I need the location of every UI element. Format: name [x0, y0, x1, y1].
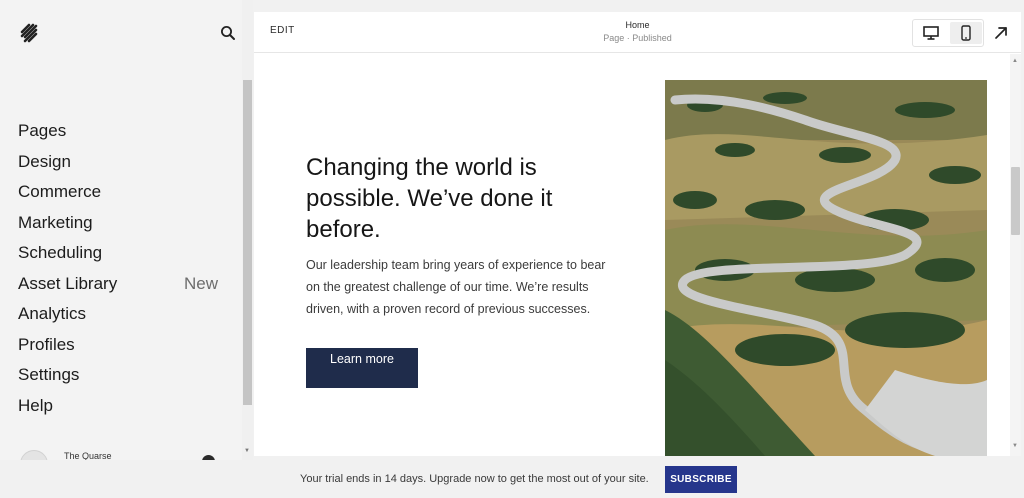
scroll-down-arrow-icon[interactable]: ▼ [244, 448, 250, 454]
sidebar-item-design[interactable]: Design [18, 149, 218, 180]
scroll-up-arrow-icon[interactable]: ▲ [1012, 58, 1018, 64]
scroll-down-arrow-icon[interactable]: ▼ [1012, 443, 1018, 449]
new-badge: New [183, 273, 218, 293]
hero-body-text[interactable]: Our leadership team bring years of exper… [306, 254, 606, 320]
editor-topbar: EDIT Home Page · Published [254, 12, 1021, 53]
sidebar-item-label: Asset Library [18, 273, 118, 293]
editor-scrollbar[interactable] [1010, 54, 1021, 456]
sidebar-item-label: Analytics [18, 304, 87, 323]
sidebar-item-marketing[interactable]: Marketing [18, 210, 218, 241]
sidebar-item-label: Help [18, 395, 53, 415]
sidebar-item-commerce[interactable]: Commerce [18, 179, 218, 210]
sidebar-item-label: Pages [18, 121, 67, 140]
sidebar-item-label: Profiles [18, 334, 75, 354]
sidebar-item-help[interactable]: Help [18, 393, 218, 424]
sidebar-item-pages[interactable]: Pages [18, 118, 218, 149]
editor-scrollbar-thumb[interactable] [1011, 167, 1020, 235]
hero-headline[interactable]: Changing the world is possible. We’ve do… [306, 152, 606, 245]
sidebar-item-analytics[interactable]: Analytics [18, 301, 218, 332]
sidebar-item-label: Design [18, 151, 71, 171]
sidebar-item-label: Marketing [18, 212, 93, 232]
page-canvas[interactable]: Changing the world is possible. We’ve do… [254, 54, 1010, 456]
page-status: Page · Published [603, 33, 672, 43]
device-view-toggle [912, 19, 984, 47]
sidebar-item-scheduling[interactable]: Scheduling [18, 240, 218, 271]
trial-message: Your trial ends in 14 days. Upgrade now … [300, 473, 649, 485]
hero-image[interactable] [665, 80, 987, 456]
subscribe-button[interactable]: SUBSCRIBE [665, 466, 737, 493]
sidebar-item-settings[interactable]: Settings [18, 362, 218, 393]
page-title: Home [625, 20, 650, 30]
sidebar-nav: Pages Design Commerce Marketing Scheduli… [18, 118, 218, 423]
sidebar-item-label: Settings [18, 365, 80, 384]
external-arrow-icon[interactable] [993, 25, 1009, 41]
learn-more-button[interactable]: Learn more [306, 348, 418, 388]
mobile-icon[interactable] [950, 22, 982, 44]
sidebar-item-profiles[interactable]: Profiles [18, 332, 218, 363]
editor-frame: EDIT Home Page · Published Changing the … [254, 12, 1021, 456]
squarespace-logo-icon[interactable] [18, 22, 40, 44]
desktop-icon[interactable] [915, 22, 947, 44]
sidebar: Pages Design Commerce Marketing Scheduli… [0, 0, 242, 498]
sidebar-scrollbar-thumb[interactable] [243, 80, 252, 405]
trial-banner: Your trial ends in 14 days. Upgrade now … [0, 460, 1024, 498]
search-icon[interactable] [220, 25, 236, 41]
sidebar-item-label: Commerce [18, 182, 102, 201]
sidebar-item-asset-library[interactable]: Asset Library New [18, 271, 218, 302]
sidebar-item-label: Scheduling [18, 243, 103, 262]
